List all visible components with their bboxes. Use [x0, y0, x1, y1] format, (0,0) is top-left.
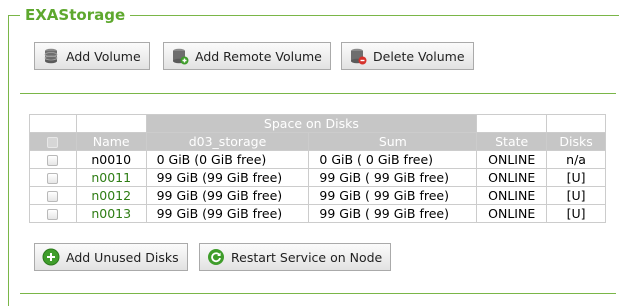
table-row: n0012 99 GiB (99 GiB free) 99 GiB ( 99 G…	[29, 186, 606, 205]
restart-icon	[207, 248, 225, 266]
add-unused-disks-label: Add Unused Disks	[66, 249, 179, 265]
node-name: n0010	[75, 150, 147, 169]
node-name-link[interactable]: n0013	[75, 204, 147, 223]
column-header-state[interactable]: State	[476, 132, 548, 151]
database-delete-icon	[349, 47, 367, 65]
table-row: n0010 0 GiB (0 GiB free) 0 GiB ( 0 GiB f…	[29, 150, 606, 169]
delete-volume-label: Delete Volume	[373, 48, 465, 64]
node-state: ONLINE	[476, 150, 548, 169]
node-disks: [U]	[546, 204, 606, 223]
space-on-disks-header: Space on Disks	[145, 114, 478, 133]
storage-space: 99 GiB (99 GiB free)	[145, 186, 310, 205]
add-unused-disks-button[interactable]: Add Unused Disks	[34, 243, 188, 271]
storage-space: 99 GiB (99 GiB free)	[145, 168, 310, 187]
section-divider	[20, 93, 616, 94]
sum-space: 99 GiB ( 99 GiB free)	[308, 204, 478, 223]
database-icon	[42, 47, 60, 65]
restart-service-label: Restart Service on Node	[231, 249, 383, 265]
node-name-link[interactable]: n0012	[75, 186, 147, 205]
column-header-storage[interactable]: d03_storage	[145, 132, 310, 151]
panel-title: EXAStorage	[20, 5, 131, 25]
column-header-sum[interactable]: Sum	[308, 132, 478, 151]
add-remote-volume-label: Add Remote Volume	[195, 48, 322, 64]
table-group-header-row: Space on Disks	[29, 114, 606, 133]
add-remote-volume-button[interactable]: Add Remote Volume	[163, 42, 331, 70]
node-state: ONLINE	[476, 168, 548, 187]
node-disks: [U]	[546, 168, 606, 187]
table-row: n0013 99 GiB (99 GiB free) 99 GiB ( 99 G…	[29, 204, 606, 223]
table-header-row: Name d03_storage Sum State Disks	[29, 132, 606, 151]
row-checkbox[interactable]	[47, 173, 59, 184]
select-all-checkbox[interactable]	[47, 137, 59, 148]
database-add-icon	[171, 47, 189, 65]
delete-volume-button[interactable]: Delete Volume	[341, 42, 474, 70]
row-checkbox[interactable]	[47, 155, 59, 166]
row-checkbox[interactable]	[47, 209, 59, 220]
node-state: ONLINE	[476, 204, 548, 223]
bottom-divider	[20, 293, 616, 294]
sum-space: 0 GiB ( 0 GiB free)	[308, 150, 478, 169]
add-volume-label: Add Volume	[66, 48, 141, 64]
column-header-name[interactable]: Name	[75, 132, 147, 151]
storage-space: 99 GiB (99 GiB free)	[145, 204, 310, 223]
nodes-table: Space on Disks Name d03_storage Sum Stat…	[29, 114, 606, 223]
node-disks: [U]	[546, 186, 606, 205]
column-header-disks[interactable]: Disks	[546, 132, 606, 151]
node-name-link[interactable]: n0011	[75, 168, 147, 187]
add-circle-icon	[42, 248, 60, 266]
table-row: n0011 99 GiB (99 GiB free) 99 GiB ( 99 G…	[29, 168, 606, 187]
row-checkbox[interactable]	[47, 191, 59, 202]
sum-space: 99 GiB ( 99 GiB free)	[308, 186, 478, 205]
sum-space: 99 GiB ( 99 GiB free)	[308, 168, 478, 187]
restart-service-button[interactable]: Restart Service on Node	[199, 243, 392, 271]
node-disks: n/a	[546, 150, 606, 169]
add-volume-button[interactable]: Add Volume	[34, 42, 150, 70]
storage-space: 0 GiB (0 GiB free)	[145, 150, 310, 169]
node-state: ONLINE	[476, 186, 548, 205]
